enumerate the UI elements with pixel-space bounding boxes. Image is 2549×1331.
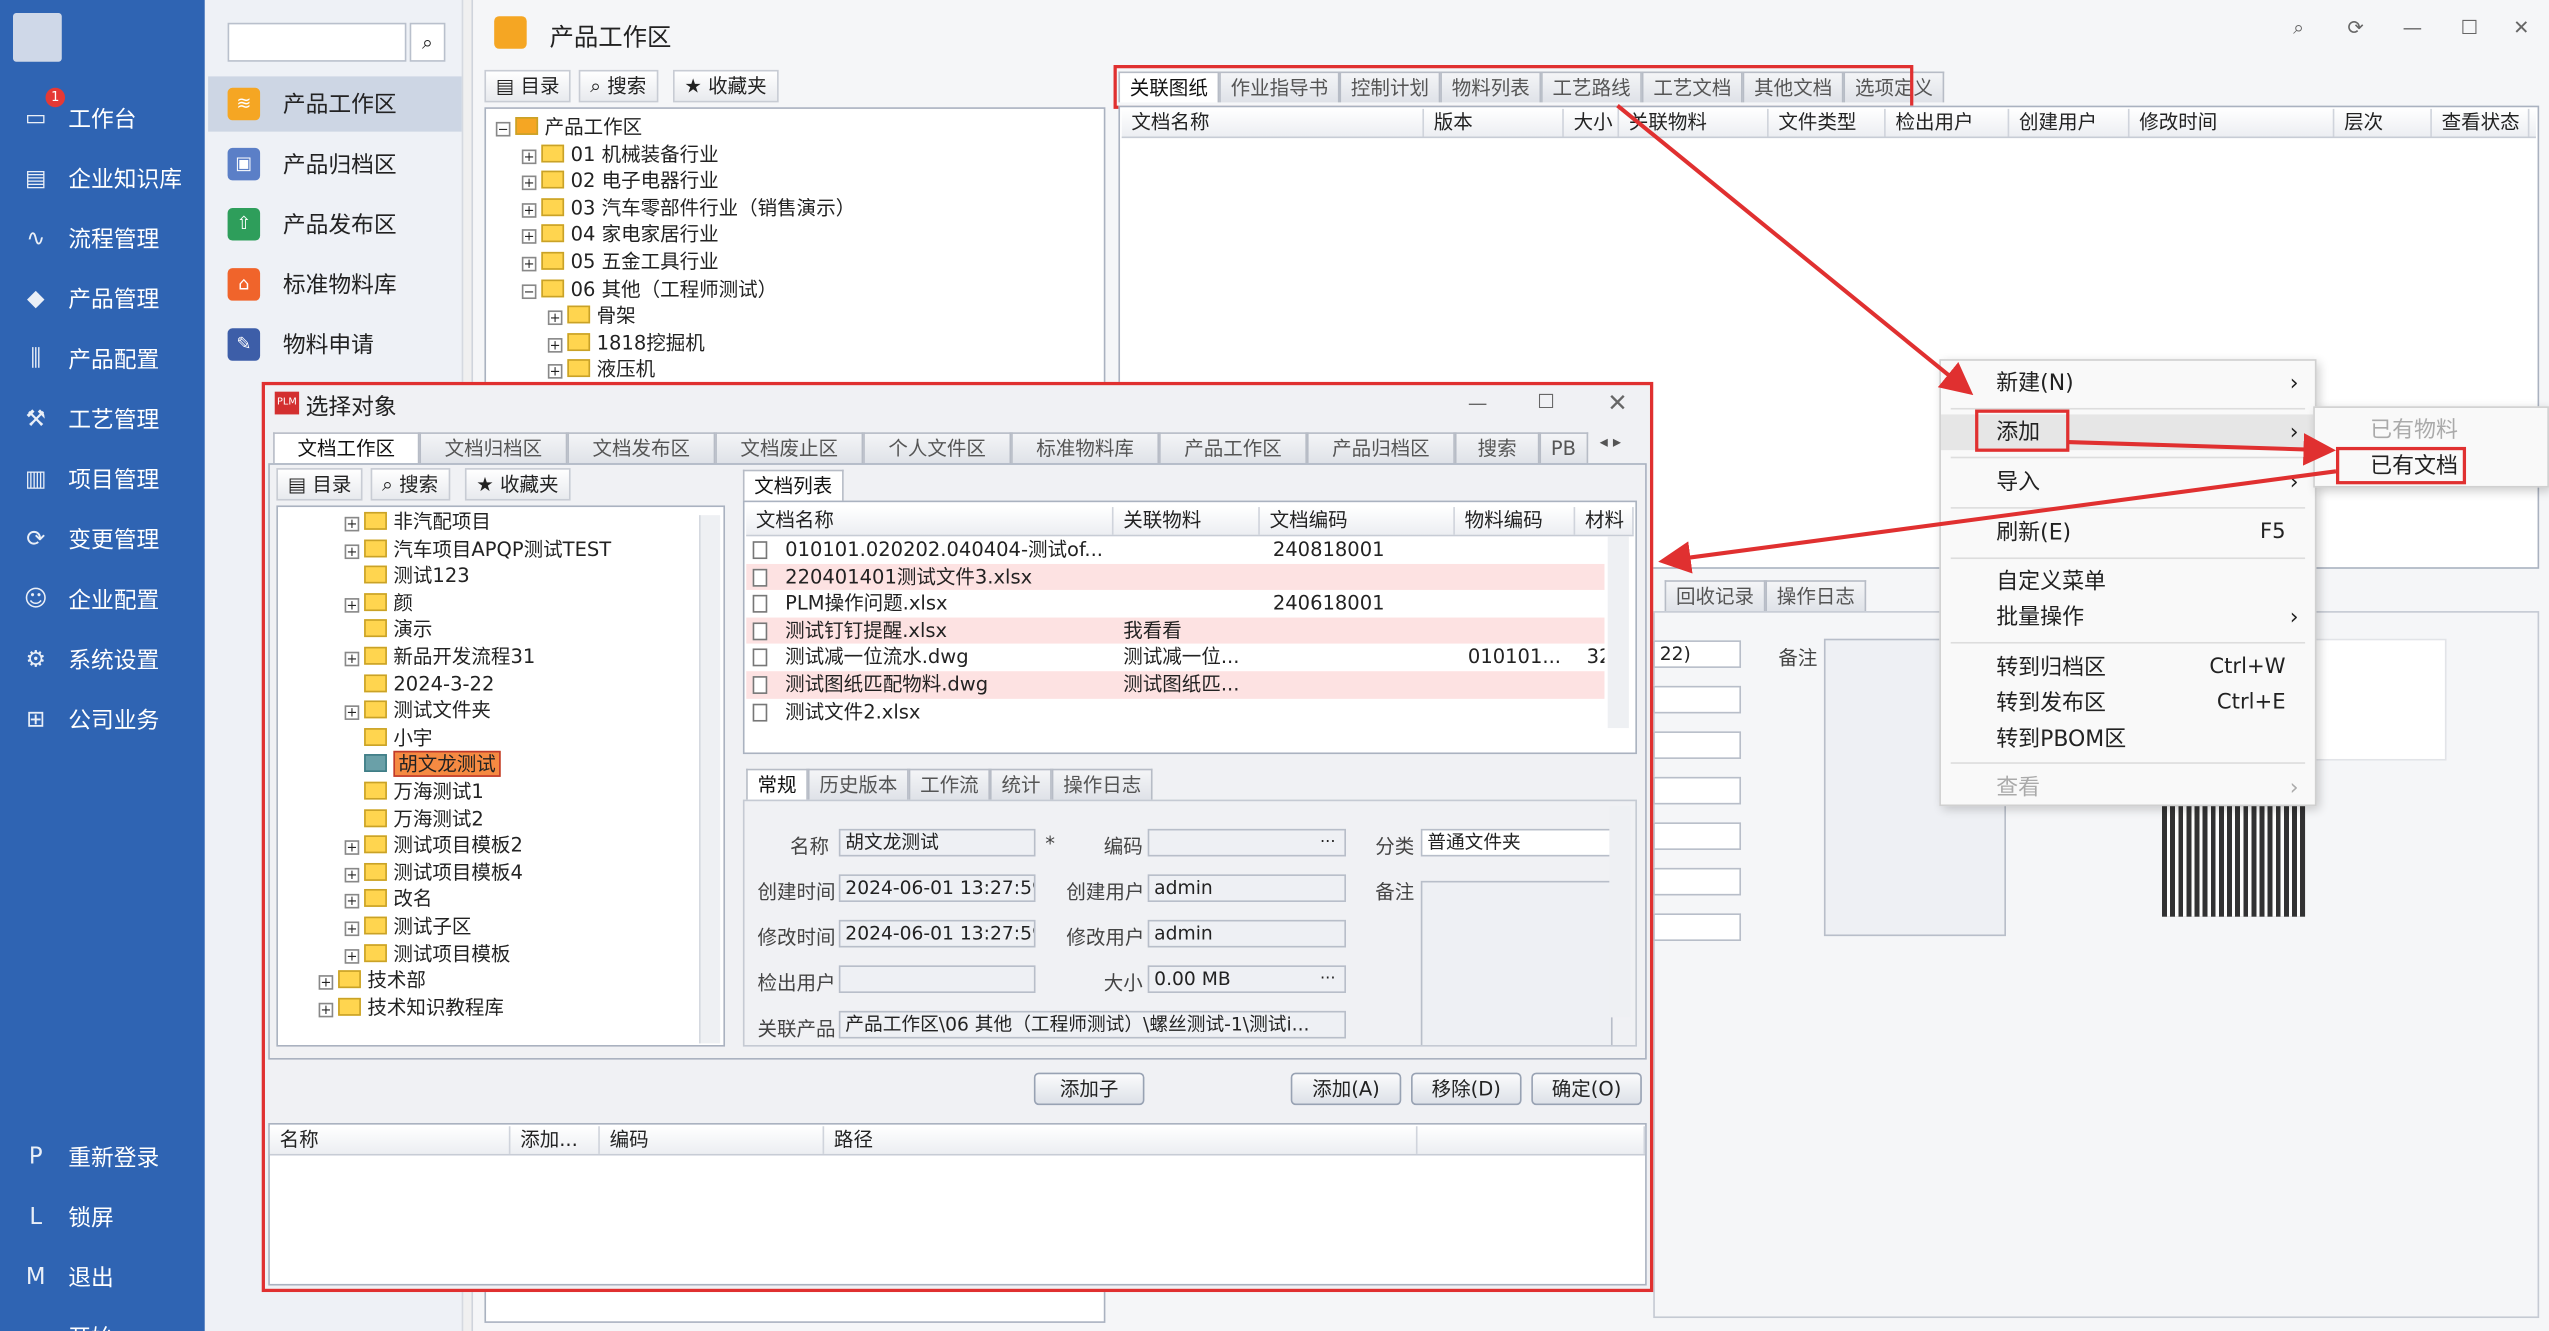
arrow bbox=[1658, 469, 2337, 574]
arrow bbox=[2067, 433, 2336, 466]
arrow bbox=[1616, 104, 1974, 396]
annotation-arrows bbox=[1616, 104, 2337, 574]
